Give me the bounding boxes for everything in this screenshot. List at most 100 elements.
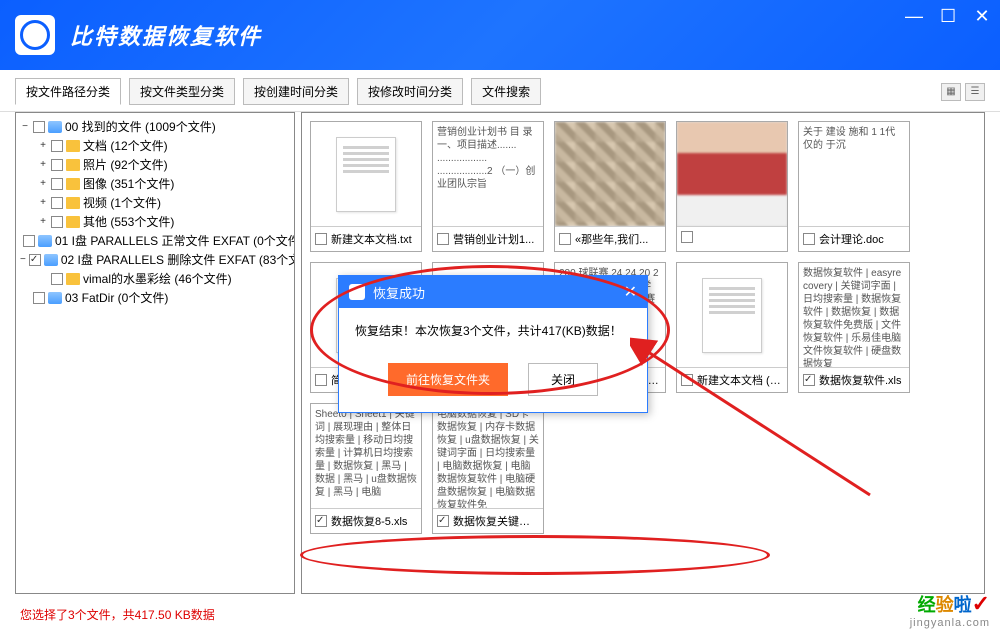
tree-item-4[interactable]: +视频 (1个文件) — [20, 193, 290, 212]
tree-item-6[interactable]: 01 I盘 PARALLELS 正常文件 EXFAT (0个文件) — [20, 231, 290, 250]
file-checkbox[interactable] — [437, 515, 449, 527]
file-preview: 电脑数据恢复 | SD卡数据恢复 | 内存卡数据恢复 | u盘数据恢复 | 关键… — [433, 404, 543, 509]
file-checkbox[interactable] — [315, 233, 327, 245]
tab-4[interactable]: 文件搜索 — [471, 78, 541, 105]
view-large-icons[interactable]: ▦ — [941, 83, 961, 101]
tree-expander-icon[interactable]: + — [38, 216, 48, 227]
drive-icon — [44, 254, 58, 266]
file-preview: Sheet0 | Sheet1 | 关键词 | 展现理由 | 整体日均搜索量 |… — [311, 404, 421, 509]
file-name: «那些年,我们... — [575, 231, 661, 247]
tree-label: 照片 (92个文件) — [83, 156, 168, 173]
file-name: 营销创业计划1... — [453, 231, 539, 247]
tree-item-8[interactable]: vimal的水墨彩绘 (46个文件) — [20, 269, 290, 288]
file-card-8[interactable]: 新建文本文档 (2... — [676, 262, 788, 393]
tree-item-9[interactable]: 03 FatDir (0个文件) — [20, 288, 290, 307]
file-name: 数据恢复8-5.xls — [331, 513, 417, 529]
folder-tree[interactable]: −00 找到的文件 (1009个文件)+文档 (12个文件)+照片 (92个文件… — [15, 112, 295, 594]
tab-bar: 按文件路径分类按文件类型分类按创建时间分类按修改时间分类文件搜索 ▦ ☰ — [0, 70, 1000, 112]
tab-2[interactable]: 按创建时间分类 — [243, 78, 349, 105]
recovery-success-dialog: 恢复成功 ✕ 恢复结束！本次恢复3个文件，共计417(KB)数据！ 前往恢复文件… — [338, 275, 648, 413]
file-name: 新建文本文档.txt — [331, 231, 417, 247]
tree-label: 01 I盘 PARALLELS 正常文件 EXFAT (0个文件) — [55, 232, 295, 249]
tree-checkbox[interactable] — [51, 273, 63, 285]
file-preview: 数据恢复软件 | easyrecovery | 关键词字面 | 日均搜索量 | … — [799, 263, 909, 368]
tree-expander-icon[interactable]: − — [20, 121, 30, 132]
tree-checkbox[interactable] — [51, 140, 63, 152]
tree-expander-icon[interactable]: − — [20, 254, 26, 265]
file-preview — [555, 122, 665, 227]
watermark-char-1: 经 — [918, 595, 936, 615]
maximize-button[interactable]: ☐ — [940, 8, 956, 24]
tree-expander-icon[interactable]: + — [38, 159, 48, 170]
tab-0[interactable]: 按文件路径分类 — [15, 78, 121, 105]
tree-checkbox[interactable] — [51, 159, 63, 171]
tree-checkbox[interactable] — [33, 121, 45, 133]
tree-item-0[interactable]: −00 找到的文件 (1009个文件) — [20, 117, 290, 136]
tree-label: 图像 (351个文件) — [83, 175, 174, 192]
file-card-0[interactable]: 新建文本文档.txt — [310, 121, 422, 252]
tree-item-7[interactable]: −02 I盘 PARALLELS 删除文件 EXFAT (83个文件) — [20, 250, 290, 269]
file-card-2[interactable]: «那些年,我们... — [554, 121, 666, 252]
minimize-button[interactable]: — — [906, 8, 922, 24]
tab-3[interactable]: 按修改时间分类 — [357, 78, 463, 105]
folder-icon — [66, 273, 80, 285]
tree-label: vimal的水墨彩绘 (46个文件) — [83, 270, 232, 287]
window-controls: — ☐ ✕ — [906, 8, 990, 24]
folder-icon — [66, 159, 80, 171]
file-checkbox[interactable] — [559, 233, 571, 245]
tree-checkbox[interactable] — [33, 292, 45, 304]
tree-item-5[interactable]: + 其他 (553个文件) — [20, 212, 290, 231]
file-checkbox[interactable] — [315, 374, 327, 386]
tree-checkbox[interactable] — [51, 178, 63, 190]
folder-icon — [66, 178, 80, 190]
tree-item-2[interactable]: + 照片 (92个文件) — [20, 155, 290, 174]
drive-icon — [38, 235, 52, 247]
status-text: 您选择了3个文件，共417.50 KB数据 — [20, 606, 215, 623]
file-card-1[interactable]: 营销创业计划书 目 录 一、项目描述....... ..............… — [432, 121, 544, 252]
file-preview — [677, 122, 787, 227]
tree-item-3[interactable]: + 图像 (351个文件) — [20, 174, 290, 193]
tab-1[interactable]: 按文件类型分类 — [129, 78, 235, 105]
file-card-3[interactable] — [676, 121, 788, 252]
tree-expander-icon[interactable]: + — [38, 140, 48, 151]
tree-label: 03 FatDir (0个文件) — [65, 289, 168, 306]
file-card-4[interactable]: 关于 建设 施和 1 1代 仅的 于沉会计理论.doc — [798, 121, 910, 252]
tree-expander-icon[interactable]: + — [38, 178, 48, 189]
close-button[interactable]: ✕ — [974, 8, 990, 24]
tree-label: 其他 (553个文件) — [83, 213, 174, 230]
tree-checkbox[interactable] — [29, 254, 41, 266]
status-bar: 您选择了3个文件，共417.50 KB数据 — [0, 602, 1000, 627]
watermark-url: jingyanla.com — [910, 617, 990, 629]
tree-checkbox[interactable] — [51, 197, 63, 209]
view-toggle-group: ▦ ☰ — [941, 83, 985, 101]
file-card-10[interactable]: Sheet0 | Sheet1 | 关键词 | 展现理由 | 整体日均搜索量 |… — [310, 403, 422, 534]
file-preview: 关于 建设 施和 1 1代 仅的 于沉 — [799, 122, 909, 227]
folder-icon — [66, 197, 80, 209]
title-bar: 比特数据恢复软件 — ☐ ✕ — [0, 0, 1000, 70]
file-preview — [311, 122, 421, 227]
folder-icon — [66, 140, 80, 152]
file-checkbox[interactable] — [681, 374, 693, 386]
tree-checkbox[interactable] — [23, 235, 35, 247]
file-card-11[interactable]: 电脑数据恢复 | SD卡数据恢复 | 内存卡数据恢复 | u盘数据恢复 | 关键… — [432, 403, 544, 534]
goto-folder-button[interactable]: 前往恢复文件夹 — [388, 363, 508, 396]
file-name: 新建文本文档 (2... — [697, 372, 783, 388]
dialog-footer: 前往恢复文件夹 关闭 — [339, 353, 647, 412]
dialog-logo-icon — [349, 284, 365, 300]
file-card-9[interactable]: 数据恢复软件 | easyrecovery | 关键词字面 | 日均搜索量 | … — [798, 262, 910, 393]
file-checkbox[interactable] — [803, 233, 815, 245]
view-list[interactable]: ☰ — [965, 83, 985, 101]
drive-icon — [48, 121, 62, 133]
file-checkbox[interactable] — [315, 515, 327, 527]
drive-icon — [48, 292, 62, 304]
dialog-close-icon[interactable]: ✕ — [624, 282, 637, 302]
file-checkbox[interactable] — [437, 233, 449, 245]
dialog-header: 恢复成功 ✕ — [339, 276, 647, 308]
file-preview — [677, 263, 787, 368]
file-checkbox[interactable] — [803, 374, 815, 386]
tree-expander-icon[interactable]: + — [38, 197, 48, 208]
tree-checkbox[interactable] — [51, 216, 63, 228]
dialog-close-button[interactable]: 关闭 — [528, 363, 598, 396]
tree-item-1[interactable]: +文档 (12个文件) — [20, 136, 290, 155]
file-checkbox[interactable] — [681, 231, 693, 243]
